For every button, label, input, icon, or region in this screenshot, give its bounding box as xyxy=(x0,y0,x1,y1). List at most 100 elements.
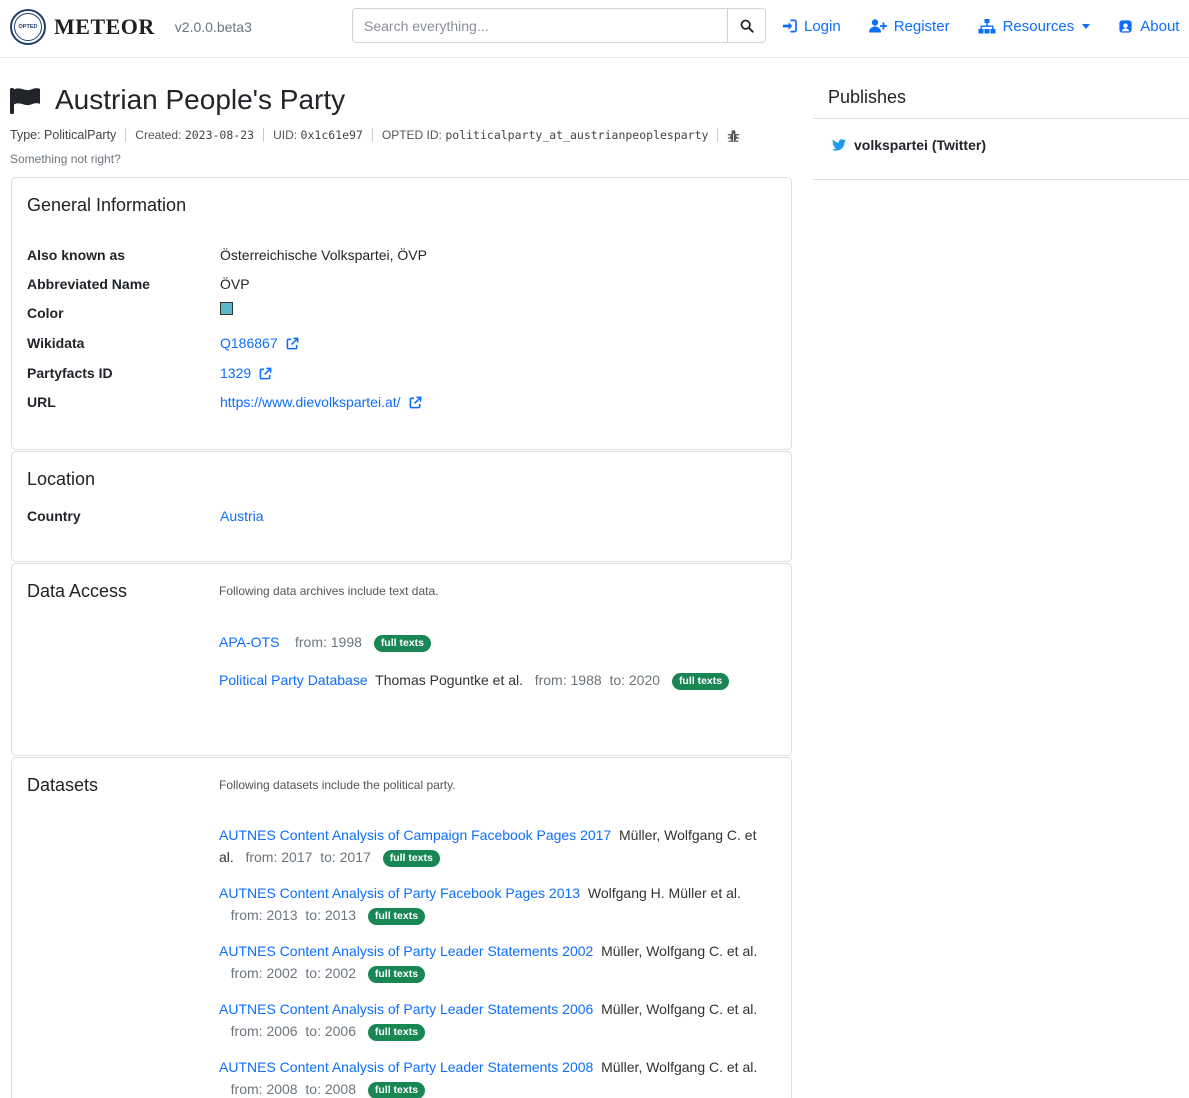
opted-id-label: OPTED ID: xyxy=(381,128,442,142)
archive-link[interactable]: APA-OTS xyxy=(219,634,279,650)
dataset-link[interactable]: AUTNES Content Analysis of Party Faceboo… xyxy=(219,885,580,901)
about-link[interactable]: About xyxy=(1118,18,1179,35)
meta-line: Type: PoliticalParty Created: 2023-08-23… xyxy=(10,128,740,142)
website-link[interactable]: https://www.dievolkspartei.at/ xyxy=(220,394,401,410)
to-year: to: 2002 xyxy=(305,965,356,981)
resources-label: Resources xyxy=(1002,17,1075,35)
archive-link[interactable]: Political Party Database xyxy=(219,672,368,688)
bug-icon[interactable] xyxy=(727,129,740,142)
to-year: to: 2020 xyxy=(609,672,661,688)
twitter-icon xyxy=(832,139,846,151)
full-texts-badge: full texts xyxy=(671,673,730,690)
opted-id-value: politicalparty_at_austrianpeoplesparty xyxy=(445,128,709,142)
info-row-country: Country Austria xyxy=(27,508,264,524)
row-label: Color xyxy=(27,305,64,321)
row-value xyxy=(220,302,233,321)
row-label: Country xyxy=(27,508,81,524)
card-title: Datasets xyxy=(27,775,99,795)
search-bar xyxy=(352,8,766,43)
version-label: v2.0.0.beta3 xyxy=(174,19,252,35)
uid-value: 0x1c61e97 xyxy=(300,128,363,142)
authors: Müller, Wolfgang C. et al. xyxy=(601,943,758,959)
external-link-icon xyxy=(286,337,299,350)
page-title-block: Austrian People's Party xyxy=(10,84,345,116)
resources-dropdown[interactable]: Resources xyxy=(978,18,1091,35)
search-input[interactable] xyxy=(353,9,727,42)
divider xyxy=(813,179,1189,180)
from-year: from: 1998 xyxy=(294,634,362,650)
type-label: Type: PoliticalParty xyxy=(10,128,117,142)
dataset-link[interactable]: AUTNES Content Analysis of Campaign Face… xyxy=(219,827,611,843)
opted-logo-icon: OPTED xyxy=(10,9,46,45)
login-link[interactable]: Login xyxy=(782,18,841,35)
full-texts-badge: full texts xyxy=(373,635,431,652)
row-value: https://www.dievolkspartei.at/ xyxy=(220,394,422,410)
created-value: 2023-08-23 xyxy=(184,128,255,142)
row-label: Partyfacts ID xyxy=(27,365,113,381)
created-label: Created: xyxy=(135,128,182,142)
nav-items: Login Register Resources About xyxy=(782,0,1179,52)
divider xyxy=(813,118,1189,119)
about-label: About xyxy=(1140,17,1180,35)
search-button[interactable] xyxy=(727,9,765,42)
list-item: AUTNES Content Analysis of Campaign Face… xyxy=(219,824,775,868)
search-icon xyxy=(740,19,754,33)
full-texts-badge: full texts xyxy=(367,1082,426,1098)
navbar: OPTED METEOR v2.0.0.beta3 Login xyxy=(0,0,1189,58)
list-item: AUTNES Content Analysis of Party Leader … xyxy=(219,998,775,1042)
info-row-partyfacts-id: Partyfacts ID 1329 xyxy=(27,365,272,381)
publishes-item[interactable]: volkspartei (Twitter) xyxy=(832,137,986,153)
authors: Wolfgang H. Müller et al. xyxy=(587,885,741,901)
row-value: Q186867 xyxy=(220,335,299,351)
brand[interactable]: OPTED METEOR v2.0.0.beta3 xyxy=(10,9,252,45)
sign-in-icon xyxy=(782,19,797,33)
publishes-item-label: volkspartei (Twitter) xyxy=(854,137,986,153)
uid-label: UID: xyxy=(273,128,298,142)
separator xyxy=(717,128,719,142)
row-value: ÖVP xyxy=(220,276,250,292)
from-year: from: 2002 xyxy=(230,965,298,981)
info-row-also-known-as: Also known as Österreichische Volksparte… xyxy=(27,247,427,263)
card-title: Location xyxy=(27,469,96,489)
row-value: Österreichische Volkspartei, ÖVP xyxy=(220,247,427,263)
authors: Müller, Wolfgang C. et al. xyxy=(601,1001,758,1017)
location-card: Location Country Austria xyxy=(11,451,792,562)
to-year: to: 2017 xyxy=(320,849,371,865)
info-row-color: Color xyxy=(27,302,233,321)
info-row-url: URL https://www.dievolkspartei.at/ xyxy=(27,394,422,410)
wikidata-link[interactable]: Q186867 xyxy=(220,335,278,351)
list-item: AUTNES Content Analysis of Party Leader … xyxy=(219,1056,775,1098)
dataset-link[interactable]: AUTNES Content Analysis of Party Leader … xyxy=(219,1001,593,1017)
to-year: to: 2013 xyxy=(305,907,356,923)
partyfacts-link[interactable]: 1329 xyxy=(220,365,251,381)
separator xyxy=(125,128,127,142)
authors: Thomas Poguntke et al. xyxy=(375,672,524,688)
row-value: Austria xyxy=(220,508,264,524)
from-year: from: 1988 xyxy=(534,672,602,688)
row-value: 1329 xyxy=(220,365,272,381)
country-link[interactable]: Austria xyxy=(220,508,264,524)
sitemap-icon xyxy=(978,18,996,33)
list-item: AUTNES Content Analysis of Party Faceboo… xyxy=(219,882,775,926)
datasets-intro: Following datasets include the political… xyxy=(219,778,456,792)
color-swatch xyxy=(220,302,233,315)
register-label: Register xyxy=(893,17,950,35)
from-year: from: 2017 xyxy=(245,849,313,865)
external-link-icon xyxy=(259,367,272,380)
from-year: from: 2013 xyxy=(230,907,298,923)
data-access-card: Data Access Following data archives incl… xyxy=(11,563,792,756)
info-row-abbreviated-name: Abbreviated Name ÖVP xyxy=(27,276,250,292)
separator xyxy=(371,128,373,142)
logo-text: OPTED xyxy=(14,13,42,41)
data-access-intro: Following data archives include text dat… xyxy=(219,584,439,598)
full-texts-badge: full texts xyxy=(367,1024,426,1041)
from-year: from: 2006 xyxy=(230,1023,298,1039)
row-label: Wikidata xyxy=(27,335,85,351)
external-link-icon xyxy=(409,396,421,409)
dataset-link[interactable]: AUTNES Content Analysis of Party Leader … xyxy=(219,943,593,959)
chevron-down-icon xyxy=(1082,23,1091,29)
report-problem-link[interactable]: Something not right? xyxy=(10,152,121,166)
register-link[interactable]: Register xyxy=(868,17,950,35)
authors: Müller, Wolfgang C. et al. xyxy=(601,1059,758,1075)
dataset-link[interactable]: AUTNES Content Analysis of Party Leader … xyxy=(219,1059,593,1075)
